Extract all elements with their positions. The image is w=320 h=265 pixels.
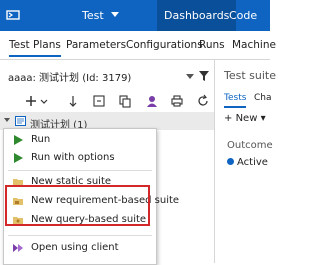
project-name[interactable]: Test [82, 9, 104, 22]
run-icon [14, 135, 23, 145]
filter-icon[interactable] [199, 71, 209, 81]
tab-tests[interactable]: Tests [224, 93, 247, 108]
menu-item-new-static-suite[interactable]: New static suite [4, 173, 156, 191]
collapse-icon[interactable] [92, 94, 106, 108]
menu-item-new-query-suite[interactable]: New query-based suite [4, 211, 156, 229]
expand-icon[interactable] [66, 94, 80, 108]
query-suite-icon [13, 217, 23, 224]
outcome-active-label: Active [237, 157, 268, 168]
run-with-options-icon [14, 153, 23, 163]
tab-machine[interactable]: Machine [232, 39, 276, 51]
new-button-label: New [235, 113, 258, 124]
menu-separator [8, 235, 152, 236]
home-icon[interactable] [6, 8, 20, 22]
chevron-down-icon[interactable] [37, 94, 51, 108]
requirement-suite-icon [13, 198, 23, 205]
menu-item-label: New static suite [31, 176, 112, 187]
nav-code[interactable]: Code [222, 0, 264, 31]
new-button[interactable]: + New ▾ [224, 113, 266, 124]
team-icon[interactable] [145, 94, 159, 108]
tab-parameters[interactable]: Parameters [66, 39, 126, 51]
tab-configurations[interactable]: Configurations [126, 39, 203, 51]
menu-item-run[interactable]: Run [4, 131, 156, 149]
menu-item-run-with-options[interactable]: Run with options [4, 149, 156, 167]
tab-charts[interactable]: Cha [254, 93, 272, 103]
plus-icon: + [224, 113, 236, 124]
tab-test-plans[interactable]: Test Plans [9, 39, 61, 57]
top-bar: Test Dashboards Code [0, 0, 270, 31]
test-suite-panel: Test suite Tests Cha + New ▾ Outcome Act… [214, 60, 276, 263]
refresh-icon[interactable] [196, 94, 210, 108]
menu-item-label: Open using client [31, 242, 119, 253]
outcome-value: Active [227, 157, 268, 168]
chevron-down-icon[interactable] [4, 118, 10, 122]
tree-toolbar [0, 91, 214, 111]
add-icon[interactable] [24, 94, 38, 108]
outcome-header: Outcome [227, 140, 273, 151]
open-client-icon [13, 244, 23, 252]
folder-icon [13, 179, 23, 186]
status-dot-icon [227, 158, 234, 165]
menu-item-open-using-client[interactable]: Open using client [4, 239, 156, 257]
menu-separator [8, 170, 152, 171]
tab-runs[interactable]: Runs [199, 39, 225, 51]
suite-title: Test suite [224, 69, 276, 82]
copy-icon[interactable] [118, 94, 132, 108]
plan-selector[interactable]: aaaa: 测试计划 (Id: 3179) [8, 69, 194, 85]
context-menu: Run Run with options New static suite Ne… [3, 128, 179, 265]
menu-item-label: New requirement-based suite [31, 195, 180, 206]
chevron-down-icon[interactable] [111, 12, 119, 17]
chevron-down-icon: ▾ [260, 113, 266, 124]
test-plan-icon [15, 116, 26, 126]
print-icon[interactable] [170, 94, 184, 108]
secondary-tabs: Test Plans Parameters Configurations Run… [0, 31, 276, 60]
menu-item-label: Run with options [31, 152, 115, 163]
menu-item-label: Run [31, 134, 51, 145]
menu-item-label: New query-based suite [31, 214, 147, 225]
chevron-down-icon [186, 74, 194, 79]
menu-item-new-requirement-suite[interactable]: New requirement-based suite [4, 192, 179, 210]
plan-selector-value: aaaa: 测试计划 (Id: 3179) [8, 73, 132, 84]
